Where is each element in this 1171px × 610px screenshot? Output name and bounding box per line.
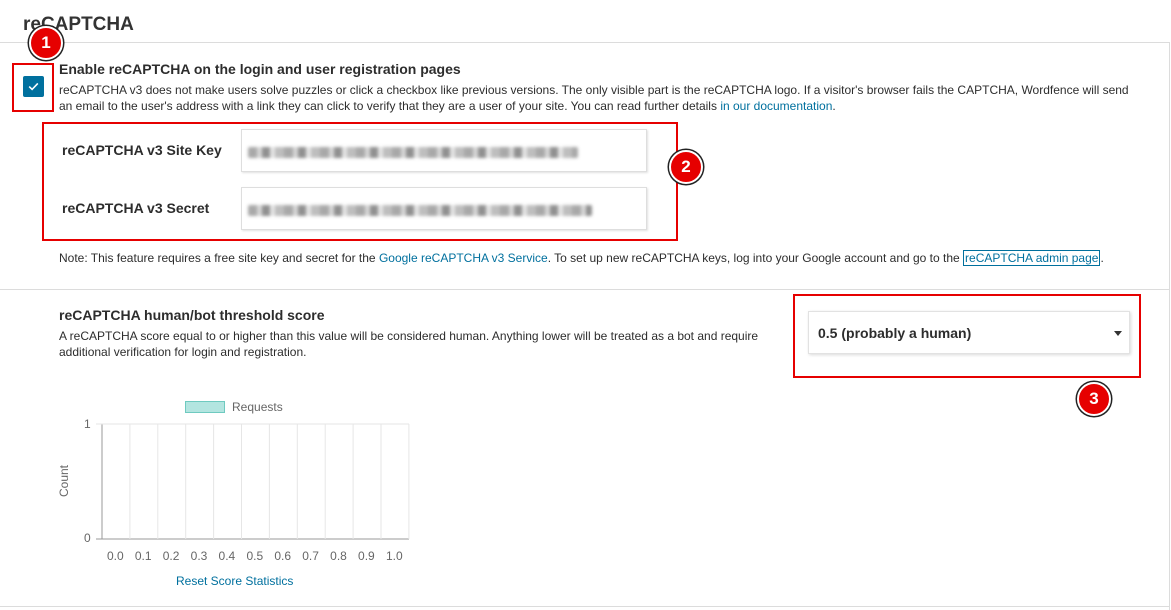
x-tick-label: 0.8 (330, 549, 347, 563)
vertical-gridlines (129, 424, 410, 539)
x-tick-label: 0.7 (302, 549, 319, 563)
x-tick-label: 0.9 (358, 549, 375, 563)
x-tick-label: 0.1 (134, 549, 152, 563)
x-tick-label: 0.2 (162, 549, 180, 563)
score-histogram-chart (96, 423, 410, 540)
x-tick-label: 0.6 (274, 549, 292, 563)
x-tick-label: 0.3 (190, 549, 208, 563)
x-tick-label: 0.5 (246, 549, 264, 563)
divider (0, 606, 1169, 607)
x-tick-label: 1.0 (385, 549, 403, 563)
reset-score-statistics-link[interactable]: Reset Score Statistics (176, 574, 293, 588)
x-tick-label: 0.4 (218, 549, 236, 563)
x-tick-label: 0.0 (106, 549, 124, 563)
